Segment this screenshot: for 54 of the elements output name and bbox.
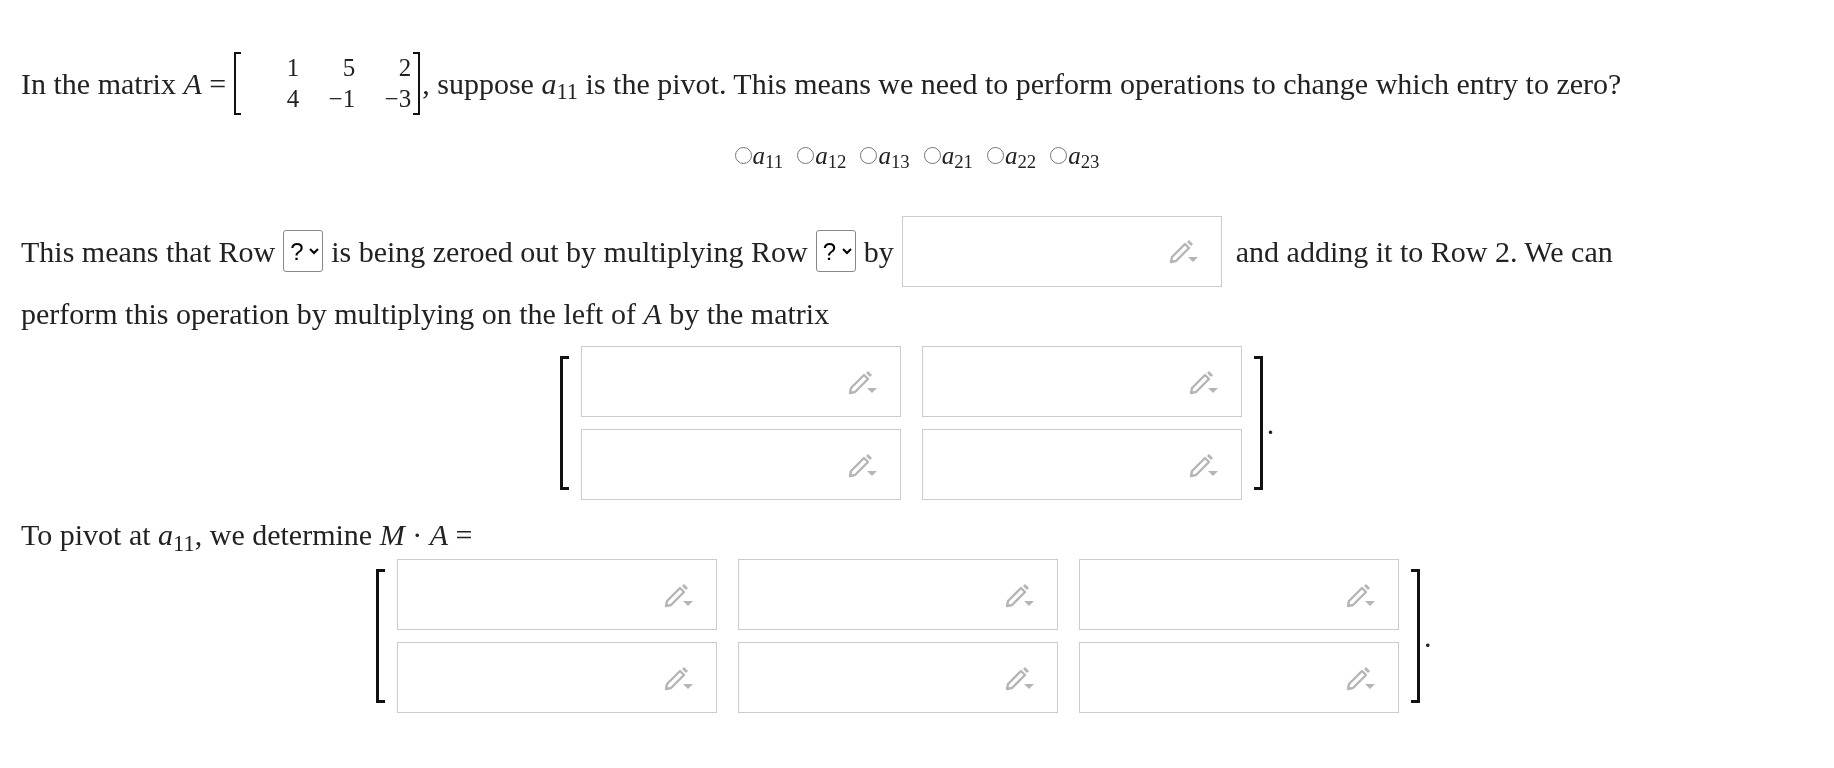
answer-option[interactable]: a$_{22}$ bbox=[986, 136, 1037, 174]
radio-button[interactable] bbox=[1050, 146, 1068, 164]
radio-button[interactable] bbox=[860, 146, 878, 164]
matrix-entry: 5 bbox=[341, 53, 356, 83]
input-field[interactable] bbox=[738, 559, 1058, 630]
answer-option[interactable]: a$_{23}$ bbox=[1050, 136, 1100, 174]
input-field[interactable] bbox=[921, 346, 1242, 417]
question-text: , suppose a$_{11}$ is the pivot. This means we need to perform operations to change which entry to zero? bbox=[422, 65, 1622, 106]
sentence-text: by bbox=[863, 233, 894, 270]
input-field[interactable] bbox=[397, 559, 717, 630]
sentence-text: and adding it to Row 2. We can bbox=[1235, 233, 1613, 270]
sentence-text: perform this operation by multiplying on the left of A by the matrix bbox=[21, 295, 830, 332]
answer-option[interactable]: a$_{21}$ bbox=[923, 136, 973, 174]
matrix-entry: 4 bbox=[285, 84, 300, 115]
pencil-icon bbox=[664, 581, 694, 608]
radio-button[interactable] bbox=[797, 146, 815, 164]
input-field[interactable] bbox=[397, 642, 717, 713]
input-field[interactable] bbox=[580, 346, 901, 417]
sentence-text: This means that Row bbox=[21, 233, 276, 270]
radio-button[interactable] bbox=[923, 146, 941, 164]
input-field[interactable] bbox=[901, 215, 1222, 287]
pencil-icon bbox=[847, 451, 878, 478]
input-field[interactable] bbox=[580, 429, 901, 500]
pencil-icon bbox=[1168, 238, 1199, 264]
input-field[interactable] bbox=[921, 429, 1242, 500]
row-dropdown[interactable]: ? bbox=[815, 230, 856, 272]
radio-button[interactable] bbox=[734, 146, 752, 164]
answer-option[interactable]: a$_{12}$ bbox=[797, 136, 847, 174]
answer-option[interactable]: a$_{11}$ bbox=[734, 136, 784, 174]
input-field[interactable] bbox=[1079, 559, 1399, 630]
radio-button[interactable] bbox=[986, 146, 1004, 164]
pencil-icon bbox=[1005, 664, 1035, 691]
row-dropdown[interactable]: ? bbox=[283, 230, 324, 272]
sentence-text: To pivot at a$_{11}$, we determine M · A = bbox=[21, 518, 473, 551]
right-bracket bbox=[413, 52, 421, 115]
pencil-icon bbox=[1005, 581, 1035, 608]
period: . bbox=[1424, 618, 1432, 655]
sentence-text: is being zeroed out by multiplying Row bbox=[331, 233, 808, 270]
pencil-icon bbox=[1188, 368, 1219, 395]
left-bracket bbox=[234, 52, 242, 115]
answer-option[interactable]: a$_{13}$ bbox=[860, 136, 910, 174]
matrix-entry: −1 bbox=[327, 84, 356, 115]
pencil-icon bbox=[1188, 451, 1219, 478]
matrix-entry: 2 bbox=[397, 53, 412, 83]
pencil-icon bbox=[847, 368, 878, 395]
matrix-entry: 1 bbox=[285, 53, 300, 83]
input-field[interactable] bbox=[738, 642, 1058, 713]
pencil-icon bbox=[1346, 581, 1376, 608]
input-field[interactable] bbox=[1079, 642, 1399, 713]
pencil-icon bbox=[1346, 664, 1376, 691]
matrix-entry: −3 bbox=[383, 84, 412, 115]
period: . bbox=[1266, 405, 1275, 442]
question-text: In the matrix A = bbox=[21, 65, 227, 102]
pencil-icon bbox=[664, 664, 694, 691]
